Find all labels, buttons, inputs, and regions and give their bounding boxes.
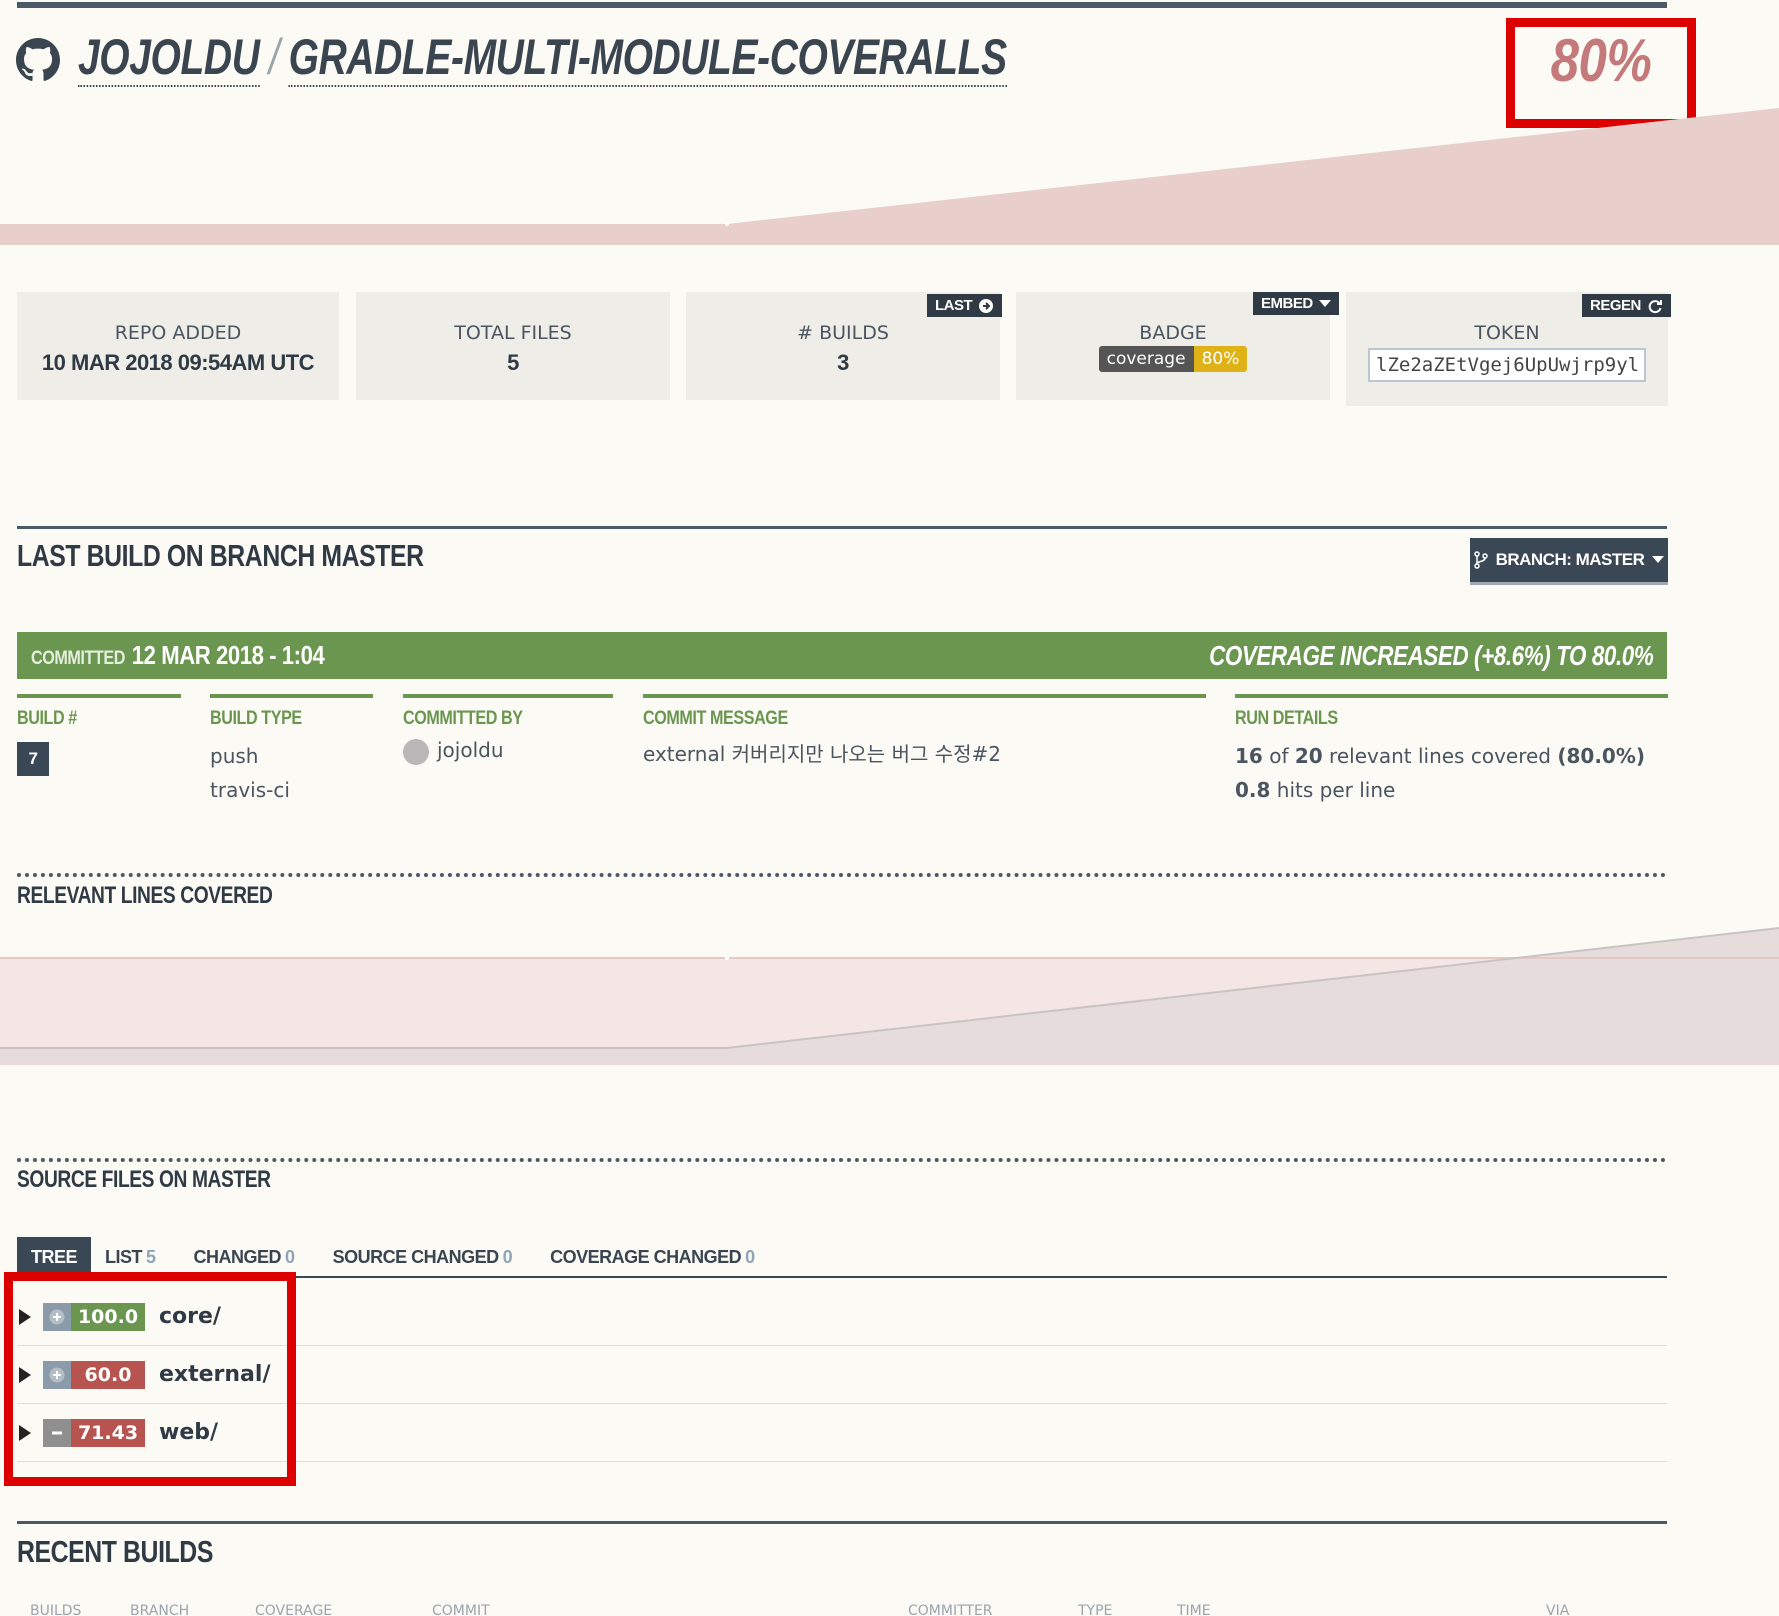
column-header-branch: BRANCH bbox=[130, 1603, 190, 1616]
relevant-text: relevant lines covered bbox=[1329, 744, 1551, 768]
hits-text: hits per line bbox=[1276, 778, 1396, 802]
hits-value: 0.8 bbox=[1235, 778, 1271, 802]
branch-label: BRANCH: MASTER bbox=[1495, 550, 1645, 569]
coverage-badge: coverage 80% bbox=[1098, 346, 1248, 372]
coverage-point bbox=[725, 222, 729, 226]
tab-count: 0 bbox=[285, 1247, 295, 1267]
committer-name: jojoldu bbox=[437, 738, 504, 762]
section-rule bbox=[17, 1521, 1667, 1524]
stat-label: REPO ADDED bbox=[114, 322, 242, 344]
header-top-rule bbox=[17, 2, 1667, 8]
build-type-column: BUILD TYPE push travis-ci bbox=[210, 694, 373, 802]
coverage-area bbox=[0, 108, 1779, 245]
tab-count: 0 bbox=[745, 1247, 755, 1267]
committed-date: 12 MAR 2018 - 1:04 bbox=[131, 640, 325, 670]
relevant-count: 20 bbox=[1294, 744, 1323, 768]
column-header-time: TIME bbox=[1177, 1603, 1211, 1616]
relevant-lines-graph bbox=[0, 927, 1779, 1065]
committer: jojoldu bbox=[403, 738, 613, 765]
column-header: RUN DETAILS bbox=[1235, 708, 1338, 729]
tab-coverage-changed[interactable]: COVERAGE CHANGED 0 bbox=[536, 1237, 769, 1278]
repo-owner-link[interactable]: JOJOLDU bbox=[78, 29, 260, 87]
tab-count: 5 bbox=[146, 1247, 156, 1267]
arrow-circle-right-icon bbox=[979, 298, 994, 313]
hits-per-line: 0.8 hits per line bbox=[1235, 778, 1668, 802]
stat-label: BADGE bbox=[1139, 322, 1207, 344]
branch-dropdown[interactable]: BRANCH: MASTER bbox=[1470, 538, 1668, 582]
stat-repo-added: REPO ADDED 10 MAR 2018 09:54AM UTC bbox=[17, 292, 339, 400]
regen-button[interactable]: REGEN bbox=[1582, 294, 1671, 317]
tab-source-changed[interactable]: SOURCE CHANGED 0 bbox=[319, 1237, 527, 1278]
regen-label: REGEN bbox=[1590, 297, 1641, 314]
column-header: BUILD TYPE bbox=[210, 708, 302, 729]
column-header-type: TYPE bbox=[1078, 1603, 1113, 1616]
repo-title: JOJOLDU / GRADLE-MULTI-MODULE-COVERALLS bbox=[78, 28, 1007, 87]
badge-right: 80% bbox=[1193, 346, 1248, 372]
committed-by-column: COMMITTED BY jojoldu bbox=[403, 694, 613, 765]
coverage-change: COVERAGE INCREASED (+8.6%) TO 80.0% bbox=[1208, 640, 1654, 671]
highlight-box-tree bbox=[4, 1272, 296, 1486]
github-icon bbox=[16, 38, 60, 81]
build-status-bar: COMMITTED 12 MAR 2018 - 1:04 COVERAGE INC… bbox=[17, 632, 1667, 679]
build-number-column: BUILD # 7 bbox=[17, 694, 181, 776]
refresh-icon bbox=[1648, 299, 1662, 313]
token-field[interactable]: lZe2aZEtVgej6UpUwjrp9yl bbox=[1368, 348, 1646, 382]
embed-button[interactable]: EMBED bbox=[1253, 292, 1339, 315]
caret-down-icon bbox=[1652, 556, 1665, 563]
relevant-lines-heading: RELEVANT LINES COVERED bbox=[17, 882, 273, 909]
tab-label: COVERAGE CHANGED bbox=[550, 1247, 742, 1267]
column-header: BUILD # bbox=[17, 708, 77, 729]
tab-count: 0 bbox=[502, 1247, 513, 1267]
column-header: COMMITTED BY bbox=[403, 708, 523, 729]
section-rule bbox=[17, 526, 1667, 529]
title-separator: / bbox=[268, 29, 280, 85]
embed-label: EMBED bbox=[1261, 295, 1313, 312]
stat-label: TOKEN bbox=[1474, 322, 1540, 344]
tab-label: TREE bbox=[31, 1247, 78, 1267]
run-details-column: RUN DETAILS 16 of 20 relevant lines cove… bbox=[1235, 694, 1668, 802]
last-build-button[interactable]: LAST bbox=[927, 294, 1003, 317]
dotted-rule bbox=[17, 1158, 1667, 1162]
last-build-heading: LAST BUILD ON BRANCH MASTER bbox=[17, 538, 424, 573]
lines-covered: 16 of 20 relevant lines covered (80.0%) bbox=[1235, 744, 1668, 768]
committed-label: COMMITTED bbox=[31, 648, 125, 669]
stat-label: TOTAL FILES bbox=[454, 322, 572, 344]
column-header-commit: COMMIT bbox=[432, 1603, 490, 1616]
avatar bbox=[403, 738, 429, 765]
build-service-value: travis-ci bbox=[210, 778, 290, 802]
last-build-label: LAST bbox=[935, 297, 973, 314]
column-header-builds: BUILDS bbox=[30, 1603, 82, 1616]
committed-info: COMMITTED 12 MAR 2018 - 1:04 bbox=[31, 640, 325, 671]
dotted-rule bbox=[17, 873, 1667, 877]
stat-value: 10 MAR 2018 09:54AM UTC bbox=[41, 350, 315, 375]
stat-value: 3 bbox=[837, 350, 849, 375]
covered-count: 16 bbox=[1235, 744, 1263, 768]
stat-value: 5 bbox=[507, 350, 519, 375]
stat-total-files: TOTAL FILES 5 bbox=[356, 292, 670, 400]
caret-down-icon bbox=[1318, 299, 1331, 307]
tab-label: LIST bbox=[105, 1247, 143, 1267]
graph-point bbox=[725, 956, 729, 960]
covered-percent: (80.0%) bbox=[1557, 744, 1646, 768]
git-branch-icon bbox=[1473, 551, 1488, 569]
recent-builds-heading: RECENT BUILDS bbox=[17, 1534, 213, 1569]
repo-name-link[interactable]: GRADLE-MULTI-MODULE-COVERALLS bbox=[288, 29, 1007, 87]
tab-label: CHANGED bbox=[193, 1247, 282, 1267]
source-files-heading: SOURCE FILES ON MASTER bbox=[17, 1166, 271, 1193]
badge-left: coverage bbox=[1098, 346, 1194, 372]
build-type-value: push bbox=[210, 744, 259, 768]
column-header: COMMIT MESSAGE bbox=[643, 708, 788, 729]
build-number-link[interactable]: 7 bbox=[17, 742, 49, 776]
of-text: of bbox=[1269, 744, 1289, 768]
commit-message-column: COMMIT MESSAGE external 커버리지만 나오는 버그 수정#… bbox=[643, 694, 1206, 767]
column-header-via: VIA bbox=[1546, 1603, 1570, 1616]
stat-label: # BUILDS bbox=[797, 322, 889, 344]
commit-message: external 커버리지만 나오는 버그 수정#2 bbox=[643, 742, 1002, 766]
column-header-coverage: COVERAGE bbox=[255, 1603, 333, 1616]
tab-label: SOURCE CHANGED bbox=[332, 1247, 500, 1267]
column-header-committer: COMMITTER bbox=[908, 1603, 993, 1616]
coverage-history-graph bbox=[0, 108, 1779, 245]
